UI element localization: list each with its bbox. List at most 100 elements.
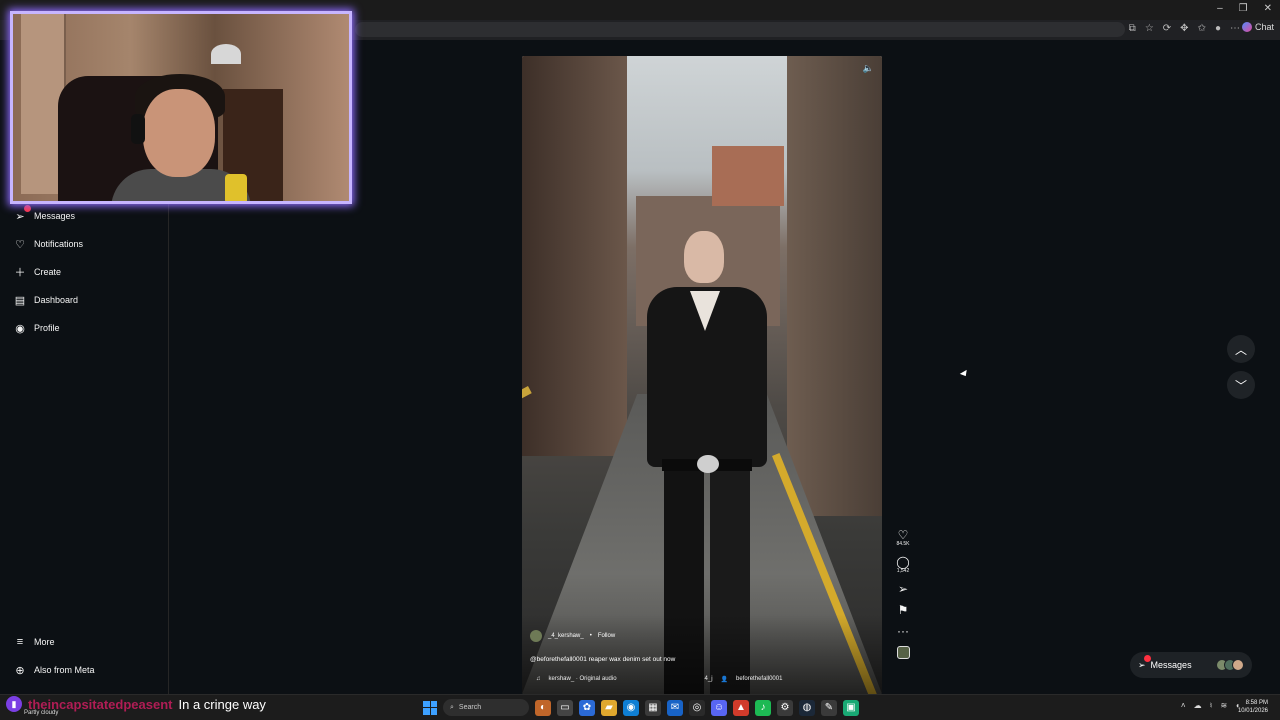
music-note-icon: ♫ xyxy=(536,676,541,682)
mouse-cursor xyxy=(959,369,970,379)
reel-author: _4_kershaw_ • Follow xyxy=(530,630,615,642)
minimize-icon[interactable]: – xyxy=(1217,3,1223,14)
sidebar-item-also-from-meta[interactable]: ⊕ Also from Meta xyxy=(14,662,94,678)
copilot-chat-button[interactable]: Chat xyxy=(1241,22,1274,32)
obs-icon[interactable]: ◎ xyxy=(689,699,705,716)
brave-icon[interactable]: ▲ xyxy=(733,699,749,716)
clock-time: 8:58 PM xyxy=(1245,700,1268,706)
search-label: Search xyxy=(458,704,482,711)
restore-icon[interactable]: ❐ xyxy=(1239,3,1248,14)
star-icon[interactable]: ☆ xyxy=(1145,23,1154,34)
sidebar-item-label: Profile xyxy=(34,323,60,333)
author-username[interactable]: _4_kershaw_ xyxy=(548,633,584,639)
tag-count: 4_j xyxy=(704,676,713,682)
menu-icon: ≡ xyxy=(16,636,24,648)
open-in-app-icon[interactable]: ⧉ xyxy=(1129,23,1136,34)
cloud-icon[interactable]: ☁ xyxy=(1194,701,1202,710)
author-avatar[interactable] xyxy=(530,630,542,642)
file-explorer-icon[interactable]: ▰ xyxy=(601,699,617,716)
chevron-up-icon[interactable]: ˄ xyxy=(1181,701,1186,710)
sidebar-item-profile[interactable]: ◉ Profile xyxy=(14,320,60,336)
window-controls: – ❐ ✕ xyxy=(1217,3,1272,14)
audio-thumbnail[interactable] xyxy=(896,646,910,659)
copilot-app-icon[interactable]: ✿ xyxy=(579,699,595,716)
task-view-icon[interactable]: ◐ xyxy=(535,699,551,716)
video-person-buckle xyxy=(697,455,719,473)
video-wall-right xyxy=(787,56,882,516)
volume-icon[interactable]: 🔈 xyxy=(863,63,874,74)
taskbar-apps: ⌕ Search ◐ ▭ ✿ ▰ ◉ ▦ ✉ ◎ ☺ ▲ ♪ ⚙ ◍ ✎ ▣ xyxy=(423,699,859,716)
sidebar-item-notifications[interactable]: ♡ Notifications xyxy=(14,236,83,252)
avatar-icon: ◉ xyxy=(15,322,25,335)
messages-pill[interactable]: ➢ Messages xyxy=(1130,652,1252,678)
browser-toolbar: ⧉ ☆ ⟳ ✥ ✩ ● ⋯ xyxy=(1129,23,1240,34)
heart-icon: ♡ xyxy=(15,238,25,251)
sidebar-item-label: Create xyxy=(34,267,62,277)
notification-badge xyxy=(1143,654,1151,662)
message-avatars xyxy=(1216,659,1244,671)
discord-icon[interactable]: ☺ xyxy=(711,699,727,716)
audio-label[interactable]: kershaw_ · Original audio xyxy=(549,676,617,683)
close-icon[interactable]: ✕ xyxy=(1264,3,1272,14)
send-icon: ➢ xyxy=(897,582,909,596)
reel-video[interactable]: 🔈 _4_kershaw_ • Follow @beforethefall000… xyxy=(522,56,882,694)
share-button[interactable]: ➢ xyxy=(898,583,908,595)
store-icon[interactable]: ▦ xyxy=(645,699,661,716)
refresh-icon[interactable]: ⟳ xyxy=(1163,23,1171,34)
sidebar-item-label: Dashboard xyxy=(34,295,79,305)
sidebar-item-create[interactable]: ＋ Create xyxy=(14,264,62,280)
address-bar[interactable] xyxy=(355,22,1125,37)
webcam-can xyxy=(225,174,247,201)
more-options-button[interactable]: ··· xyxy=(897,625,909,637)
webcam-overlay xyxy=(10,11,352,204)
like-button[interactable]: ♡ 84.5K xyxy=(896,529,909,547)
system-tray: ˄ ☁ ♮ ≋ ◖ xyxy=(1181,701,1240,710)
settings-icon[interactable]: ⚙ xyxy=(777,699,793,716)
heart-icon: ♡ xyxy=(897,528,909,542)
widgets-icon[interactable]: ▭ xyxy=(557,699,573,716)
messenger-icon: ➢ xyxy=(1138,654,1151,671)
video-person-head xyxy=(684,231,724,283)
windows-start-icon[interactable] xyxy=(423,700,437,715)
mic-icon[interactable]: ♮ xyxy=(1210,701,1213,710)
sidebar-item-label: Messages xyxy=(34,211,76,221)
taskbar-clock[interactable]: 8:58 PM 10/01/2026 xyxy=(1238,699,1268,715)
tagged-user-icon: 👤 xyxy=(720,677,729,683)
more-icon[interactable]: ⋯ xyxy=(1230,23,1240,34)
search-icon: ⌕ xyxy=(450,703,454,711)
chat-username: theincapsitatedpeasent xyxy=(28,696,173,712)
more-icon: ··· xyxy=(897,624,909,638)
avatar xyxy=(1232,659,1244,671)
favorites-icon[interactable]: ✩ xyxy=(1198,23,1206,34)
comment-button[interactable]: ◯ 1,542 xyxy=(896,556,909,574)
stream-chat-overlay: ▮ theincapsitatedpeasent In a cringe way xyxy=(6,694,266,714)
edge-icon[interactable]: ◉ xyxy=(623,699,639,716)
follow-button[interactable]: Follow xyxy=(598,633,615,639)
sidebar-item-messages[interactable]: ➢ Messages xyxy=(14,205,76,224)
video-tower xyxy=(712,146,784,206)
next-reel-button[interactable]: ﹀ xyxy=(1227,371,1255,399)
video-wall-left xyxy=(522,56,627,456)
notification-badge xyxy=(24,205,31,212)
reel-actions: ♡ 84.5K ◯ 1,542 ➢ ⚑ ··· xyxy=(893,529,913,659)
previous-reel-button[interactable]: ︿ xyxy=(1227,335,1255,363)
extensions-icon[interactable]: ✥ xyxy=(1180,23,1188,34)
sidebar-item-dashboard[interactable]: ▤ Dashboard xyxy=(14,292,78,308)
taskbar-search[interactable]: ⌕ Search xyxy=(443,699,529,716)
profile-icon[interactable]: ● xyxy=(1215,23,1221,34)
app-icon[interactable]: ▣ xyxy=(843,699,859,716)
steam-icon[interactable]: ◍ xyxy=(799,699,815,716)
messages-pill-label: Messages xyxy=(1150,660,1192,670)
wifi-icon[interactable]: ≋ xyxy=(1220,701,1227,710)
outlook-icon[interactable]: ✉ xyxy=(667,699,683,716)
webcam-lamp xyxy=(211,44,241,64)
sidebar-item-label: More xyxy=(34,637,55,647)
save-button[interactable]: ⚑ xyxy=(898,604,909,616)
sidebar-item-more[interactable]: ≡ More xyxy=(14,634,55,650)
app-icon[interactable]: ✎ xyxy=(821,699,837,716)
tagged-user[interactable]: beforethefall0001 xyxy=(736,676,782,683)
chevron-up-icon: ︿ xyxy=(1234,342,1247,357)
chat-message: In a cringe way xyxy=(178,696,266,712)
spotify-icon[interactable]: ♪ xyxy=(755,699,771,716)
clock-date: 10/01/2026 xyxy=(1237,708,1268,714)
